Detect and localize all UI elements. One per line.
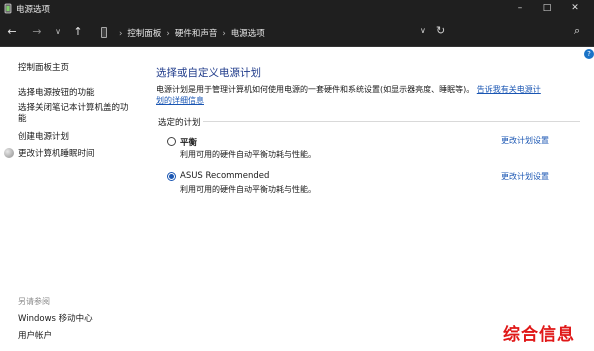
description: 电源计划是用于管理计算机如何使用电源的一套硬件和系统设置(如显示器亮度、睡眠等)… xyxy=(156,84,556,106)
back-button[interactable]: ← xyxy=(4,24,20,40)
forward-button[interactable]: → xyxy=(29,24,45,40)
plan-asus-name[interactable]: ASUS Recommended xyxy=(180,171,269,181)
recent-locations-button[interactable]: ∨ xyxy=(50,24,66,40)
plan-balanced-name[interactable]: 平衡 xyxy=(180,136,197,148)
address-dropdown-icon[interactable]: ∨ xyxy=(420,26,426,35)
sidebar: 控制面板主页 选择电源按钮的功能 选择关闭笔记本计算机盖的功 能 创建电源计划 … xyxy=(0,48,145,351)
description-text: 电源计划是用于管理计算机如何使用电源的一套硬件和系统设置(如显示器亮度、睡眠等)… xyxy=(156,85,475,94)
see-also-user-accounts[interactable]: 用户帐户 xyxy=(18,329,52,341)
breadcrumb-hardware-sound[interactable]: 硬件和声音 xyxy=(175,29,218,39)
watermark-text: 综合信息 xyxy=(503,325,575,345)
main-content: 选择或自定义电源计划 电源计划是用于管理计算机如何使用电源的一套硬件和系统设置(… xyxy=(145,48,594,351)
close-button[interactable]: ✕ xyxy=(563,0,587,18)
maximize-button[interactable]: □ xyxy=(535,0,559,18)
plan-balanced-desc: 利用可用的硬件自动平衡功耗与性能。 xyxy=(180,150,316,159)
breadcrumb: › 控制面板 › 硬件和声音 › 电源选项 xyxy=(114,27,265,39)
breadcrumb-separator: › xyxy=(222,29,226,39)
plan-asus-radio[interactable] xyxy=(167,172,176,181)
see-also-mobility-center[interactable]: Windows 移动中心 xyxy=(18,312,93,324)
refresh-icon[interactable]: ↻ xyxy=(436,24,445,37)
moon-icon xyxy=(4,148,14,158)
breadcrumb-separator: › xyxy=(119,29,123,39)
selected-plans-label: 选定的计划 xyxy=(158,118,201,128)
control-panel-icon xyxy=(101,27,107,38)
breadcrumb-separator: › xyxy=(166,29,170,39)
address-bar[interactable]: › 控制面板 › 硬件和声音 › 电源选项 ∨ xyxy=(98,22,428,43)
see-also-label: 另请参阅 xyxy=(18,297,50,306)
plan-asus-change-link[interactable]: 更改计划设置 xyxy=(501,171,549,182)
group-divider xyxy=(203,121,580,122)
help-icon[interactable]: ? xyxy=(584,49,594,59)
up-button[interactable]: ↑ xyxy=(70,24,86,40)
sidebar-item-sleep-time[interactable]: 更改计算机睡眠时间 xyxy=(18,147,95,159)
sidebar-item-power-button[interactable]: 选择电源按钮的功能 xyxy=(18,86,95,98)
page-title: 选择或自定义电源计划 xyxy=(156,67,261,79)
title-bar: 电源选项 – □ ✕ xyxy=(0,0,594,18)
plan-asus-desc: 利用可用的硬件自动平衡功耗与性能。 xyxy=(180,185,316,194)
plan-balanced-change-link[interactable]: 更改计划设置 xyxy=(501,135,549,146)
minimize-button[interactable]: – xyxy=(508,0,532,18)
breadcrumb-power-options[interactable]: 电源选项 xyxy=(231,29,265,39)
sidebar-item-create-plan[interactable]: 创建电源计划 xyxy=(18,130,69,142)
breadcrumb-control-panel[interactable]: 控制面板 xyxy=(127,29,161,39)
navigation-bar: ← → ∨ ↑ › 控制面板 › 硬件和声音 › 电源选项 ∨ ↻ ⌕ xyxy=(0,18,594,47)
sidebar-item-lid-close-cont[interactable]: 能 xyxy=(18,112,27,124)
plan-balanced-radio[interactable] xyxy=(167,137,176,146)
search-icon[interactable]: ⌕ xyxy=(574,24,580,38)
sidebar-item-lid-close[interactable]: 选择关闭笔记本计算机盖的功 xyxy=(18,101,129,113)
learn-more-link-cont[interactable]: 划的详细信息 xyxy=(156,96,204,105)
window-title: 电源选项 xyxy=(16,5,51,15)
sidebar-home-link[interactable]: 控制面板主页 xyxy=(18,61,69,73)
learn-more-link[interactable]: 告诉我有关电源计 xyxy=(477,85,541,94)
power-options-icon xyxy=(4,3,12,14)
